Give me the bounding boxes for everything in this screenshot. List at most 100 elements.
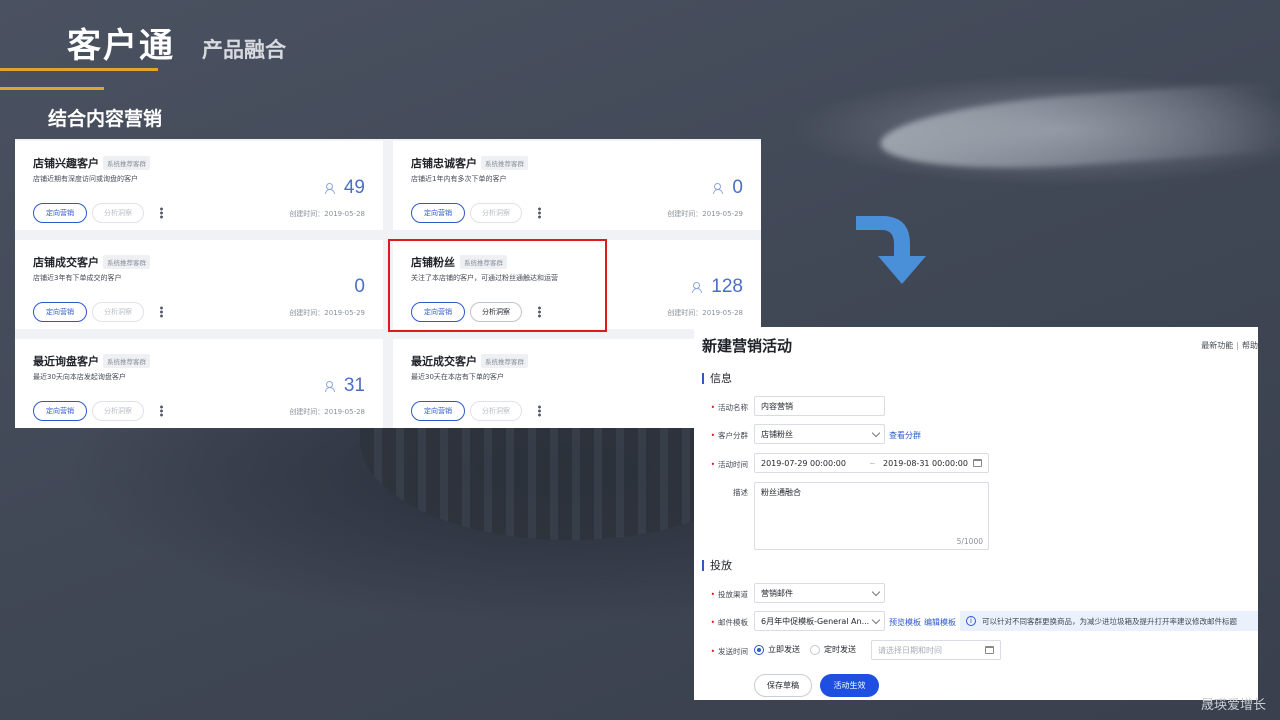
info-group-title: 信息 [702, 373, 732, 384]
segment-count-value: 128 [711, 276, 743, 297]
created-time: 创建时间：2019-05-28 [667, 309, 743, 317]
title-underline-short [0, 87, 104, 90]
more-icon[interactable] [538, 207, 541, 219]
channel-label: • 投放渠道 [710, 590, 748, 599]
end-time-value: 2019-08-31 00:00:00 [883, 459, 968, 468]
people-icon [692, 282, 705, 293]
segment-select[interactable]: 店铺粉丝 [754, 424, 885, 444]
delivery-group-title: 投放 [702, 560, 732, 571]
send-time-label: • 发送时间 [710, 647, 748, 656]
template-tip: i 可以针对不同客群更换商品，为减少进垃圾箱及提升打开率建议修改邮件标题 [960, 611, 1258, 631]
description-textarea[interactable]: 粉丝通融合 5/1000 [754, 482, 989, 550]
segment-desc: 店铺近期有深度访问或询盘的客户 [33, 175, 138, 183]
save-draft-button[interactable]: 保存草稿 [754, 674, 812, 697]
segment-desc: 店铺近3年有下单成交的客户 [33, 274, 122, 282]
analyze-insight-button[interactable]: 分析洞察 [92, 401, 144, 421]
target-marketing-button[interactable]: 定向营销 [33, 302, 87, 322]
created-time: 创建时间：2019-05-29 [667, 210, 743, 218]
more-icon[interactable] [160, 306, 163, 318]
whats-new-link[interactable]: 最新功能 [1201, 341, 1233, 350]
target-marketing-button[interactable]: 定向营销 [33, 203, 87, 223]
segment-name: 店铺兴趣客户 [33, 157, 99, 170]
section-title: 结合内容营销 [48, 108, 163, 130]
send-scheduled-label: 定时发送 [824, 645, 856, 654]
help-link[interactable]: 帮助文 [1242, 341, 1258, 350]
form-top-links: 最新功能|帮助文 [1201, 340, 1258, 351]
edit-template-link[interactable]: 编辑模板 [924, 617, 956, 628]
segment-name: 店铺忠诚客户 [411, 157, 477, 170]
send-now-label: 立即发送 [768, 645, 800, 654]
desc-label: 描述 [733, 488, 748, 497]
segment-count: 128 [692, 276, 743, 298]
segment-count: 0 [713, 177, 743, 199]
people-icon [324, 183, 338, 194]
segment-label: • 客户分群 [710, 431, 748, 440]
segment-name: 店铺成交客户 [33, 256, 99, 269]
target-marketing-button[interactable]: 定向营销 [411, 203, 465, 223]
preview-template-link[interactable]: 预览模板 [889, 617, 921, 628]
segment-desc: 店铺近1年内有多次下单的客户 [411, 175, 507, 183]
campaign-name-input[interactable]: 内容营销 [754, 396, 885, 416]
time-label: • 活动时间 [710, 460, 748, 469]
segment-card-deal: 店铺成交客户 系统推荐客群 店铺近3年有下单成交的客户 0 定向营销 分析洞察 … [15, 240, 383, 329]
segment-card-recent-inquiry: 最近询盘客户 系统推荐客群 最近30天向本店发起询盘客户 31 定向营销 分析洞… [15, 339, 383, 428]
channel-select[interactable]: 营销邮件 [754, 583, 885, 603]
target-marketing-button[interactable]: 定向营销 [411, 401, 465, 421]
highlight-box [388, 239, 607, 332]
send-date-placeholder: 请选择日期和时间 [878, 645, 942, 655]
new-campaign-form: 新建营销活动 最新功能|帮助文 信息 •活动名称 内容营销 •客户分群 店铺粉丝… [694, 327, 1258, 700]
more-icon[interactable] [160, 405, 163, 417]
analyze-insight-button[interactable]: 分析洞察 [470, 203, 522, 223]
curved-arrow-icon [856, 216, 926, 284]
channel-select-value: 营销邮件 [761, 588, 793, 598]
segment-tag: 系统推荐客群 [103, 255, 150, 269]
campaign-time-range[interactable]: 2019-07-29 00:00:00 ~ 2019-08-31 00:00:0… [754, 453, 989, 473]
slide-title: 客户通 [67, 26, 175, 66]
analyze-insight-button[interactable]: 分析洞察 [92, 302, 144, 322]
template-tip-text: 可以针对不同客群更换商品，为减少进垃圾箱及提升打开率建议修改邮件标题 [982, 616, 1237, 626]
name-label: • 活动名称 [710, 403, 748, 412]
watermark: 晟瑛爱增长 [1201, 698, 1267, 713]
segment-tag: 系统推荐客群 [481, 156, 528, 170]
send-date-input[interactable]: 请选择日期和时间 [871, 640, 1001, 660]
more-icon[interactable] [160, 207, 163, 219]
created-time: 创建时间：2019-05-28 [289, 210, 365, 218]
segment-count: 49 [324, 177, 365, 199]
form-title: 新建营销活动 [702, 337, 793, 355]
chevron-down-icon [871, 428, 881, 438]
info-icon: i [966, 616, 976, 626]
analyze-insight-button[interactable]: 分析洞察 [470, 401, 522, 421]
segment-tag: 系统推荐客群 [481, 354, 528, 368]
view-segment-link[interactable]: 查看分群 [889, 430, 921, 441]
calendar-icon [973, 459, 982, 467]
calendar-icon [985, 646, 994, 654]
segment-count-value: 0 [732, 177, 743, 198]
analyze-insight-button[interactable]: 分析洞察 [92, 203, 144, 223]
segment-select-value: 店铺粉丝 [761, 429, 793, 439]
template-select[interactable]: 6月年中促模板-General An... [754, 611, 885, 631]
segment-desc: 最近30天在本店有下单的客户 [411, 373, 504, 381]
segment-name: 最近询盘客户 [33, 355, 99, 368]
chevron-down-icon [871, 615, 881, 625]
created-time: 创建时间：2019-05-28 [289, 408, 365, 416]
segment-count-value: 49 [343, 177, 365, 198]
radio-unselected-icon [810, 644, 820, 655]
send-scheduled-radio[interactable]: 定时发送 [810, 644, 856, 655]
title-underline [0, 68, 158, 71]
segment-count-value: 31 [343, 375, 365, 396]
segment-tag: 系统推荐客群 [103, 156, 150, 170]
send-now-radio[interactable]: 立即发送 [754, 644, 800, 655]
segment-card-interest: 店铺兴趣客户 系统推荐客群 店铺近期有深度访问或询盘的客户 49 定向营销 分析… [15, 141, 383, 230]
activate-campaign-button[interactable]: 活动生效 [820, 674, 879, 697]
people-icon [324, 381, 338, 392]
description-value: 粉丝通融合 [761, 488, 801, 497]
chevron-down-icon [871, 587, 881, 597]
more-icon[interactable] [538, 405, 541, 417]
radio-selected-icon [754, 644, 764, 655]
range-separator: ~ [869, 459, 876, 468]
segment-count: 0 [354, 276, 365, 298]
created-time: 创建时间：2019-05-29 [289, 309, 365, 317]
target-marketing-button[interactable]: 定向营销 [33, 401, 87, 421]
char-counter: 5/1000 [956, 537, 983, 546]
people-icon [713, 183, 726, 194]
